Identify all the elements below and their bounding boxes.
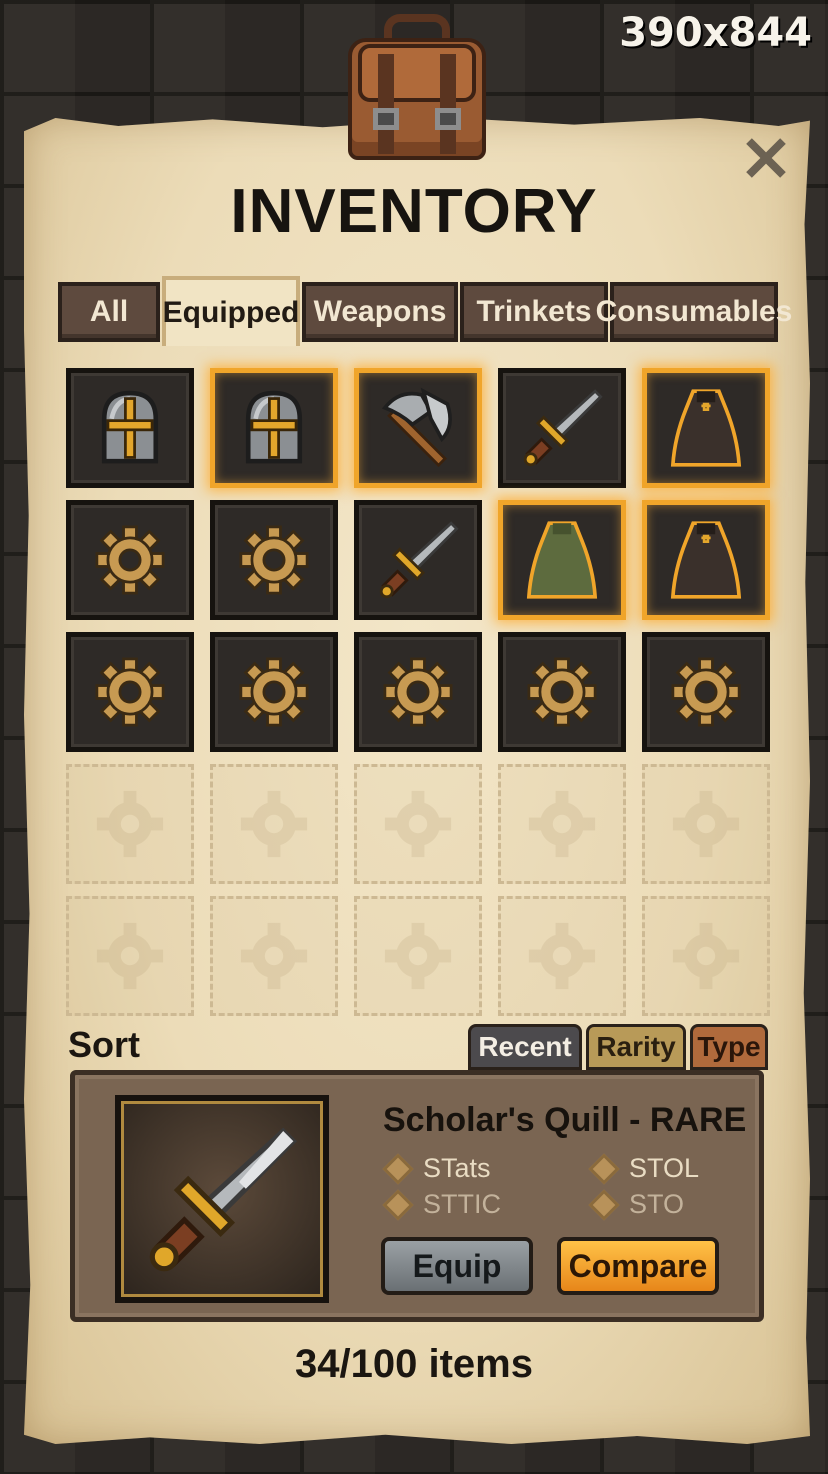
gear-icon bbox=[239, 657, 309, 727]
sword-icon bbox=[149, 1127, 298, 1272]
inventory-slot[interactable] bbox=[66, 632, 194, 752]
gear-placeholder-icon bbox=[240, 790, 308, 858]
stat-line: STOL bbox=[588, 1152, 700, 1185]
empty-inventory-slot[interactable] bbox=[354, 764, 482, 884]
sort-label: Sort bbox=[68, 1024, 140, 1065]
inventory-slot[interactable] bbox=[642, 368, 770, 488]
sword-icon bbox=[523, 389, 603, 467]
stat-text: STO bbox=[629, 1189, 685, 1219]
gear-placeholder-icon bbox=[528, 790, 596, 858]
empty-inventory-slot[interactable] bbox=[66, 764, 194, 884]
inventory-slot[interactable] bbox=[210, 632, 338, 752]
inventory-slot[interactable] bbox=[354, 632, 482, 752]
helmet-icon bbox=[245, 390, 303, 464]
item-count: 34/100 items bbox=[295, 1342, 533, 1386]
stat-line: STats bbox=[382, 1152, 491, 1185]
inventory-slot[interactable] bbox=[66, 368, 194, 488]
empty-inventory-slot[interactable] bbox=[642, 896, 770, 1016]
gear-placeholder-icon bbox=[384, 790, 452, 858]
diamond-icon bbox=[382, 1188, 414, 1221]
empty-inventory-slot[interactable] bbox=[498, 764, 626, 884]
inventory-slot[interactable] bbox=[642, 632, 770, 752]
inventory-slot[interactable] bbox=[498, 500, 626, 620]
inventory-slot[interactable] bbox=[66, 500, 194, 620]
inventory-slot[interactable] bbox=[210, 500, 338, 620]
diamond-icon bbox=[382, 1152, 414, 1185]
inventory-slot[interactable] bbox=[498, 632, 626, 752]
stat-text: STTIC bbox=[423, 1189, 501, 1219]
helmet-icon bbox=[101, 390, 159, 464]
gear-icon bbox=[95, 525, 165, 595]
inventory-slot[interactable] bbox=[642, 500, 770, 620]
sort-rarity-button[interactable]: Rarity bbox=[586, 1024, 686, 1070]
green-cloak-icon bbox=[526, 521, 598, 599]
compare-button[interactable]: Compare bbox=[557, 1237, 719, 1295]
stat-line: STTIC bbox=[382, 1188, 501, 1221]
dark-cloak-icon bbox=[670, 389, 742, 467]
sort-recent-button[interactable]: Recent bbox=[468, 1024, 582, 1070]
gear-icon bbox=[527, 657, 597, 727]
gear-placeholder-icon bbox=[96, 922, 164, 990]
item-details-panel: Scholar's Quill - RARE STats STOL STTIC … bbox=[70, 1070, 764, 1322]
stat-text: STOL bbox=[629, 1153, 700, 1183]
tab-weapons[interactable]: Weapons bbox=[302, 282, 458, 342]
close-icon[interactable] bbox=[744, 136, 788, 180]
empty-inventory-slot[interactable] bbox=[354, 896, 482, 1016]
gear-icon bbox=[671, 657, 741, 727]
sort-type-button[interactable]: Type bbox=[690, 1024, 768, 1070]
empty-inventory-slot[interactable] bbox=[66, 896, 194, 1016]
tab-trinkets[interactable]: Trinkets bbox=[460, 282, 608, 342]
empty-inventory-slot[interactable] bbox=[210, 764, 338, 884]
inventory-slot[interactable] bbox=[354, 500, 482, 620]
tab-all[interactable]: All bbox=[58, 282, 160, 342]
gear-icon bbox=[383, 657, 453, 727]
stat-line: STO bbox=[588, 1188, 685, 1221]
inventory-slot[interactable] bbox=[498, 368, 626, 488]
gear-icon bbox=[239, 525, 309, 595]
gear-placeholder-icon bbox=[672, 922, 740, 990]
empty-inventory-slot[interactable] bbox=[210, 896, 338, 1016]
category-tabs: All Equipped Weapons Trinkets Consumable… bbox=[58, 276, 792, 346]
page-title: INVENTORY bbox=[230, 177, 598, 246]
inventory-slot[interactable] bbox=[354, 368, 482, 488]
gear-placeholder-icon bbox=[528, 922, 596, 990]
gear-placeholder-icon bbox=[96, 790, 164, 858]
sword-icon bbox=[379, 521, 459, 599]
empty-inventory-slot[interactable] bbox=[642, 764, 770, 884]
tab-consumables[interactable]: Consumables bbox=[596, 282, 792, 342]
diamond-icon bbox=[588, 1188, 620, 1221]
gear-placeholder-icon bbox=[672, 790, 740, 858]
inventory-slot[interactable] bbox=[210, 368, 338, 488]
dark-cloak-icon bbox=[670, 521, 742, 599]
gear-placeholder-icon bbox=[384, 922, 452, 990]
equip-button[interactable]: Equip bbox=[381, 1237, 533, 1295]
stat-text: STats bbox=[423, 1153, 491, 1183]
selected-item-name: Scholar's Quill - RARE bbox=[383, 1101, 747, 1139]
selected-item-image bbox=[115, 1095, 329, 1303]
tab-equipped[interactable]: Equipped bbox=[162, 276, 300, 346]
diamond-icon bbox=[588, 1152, 620, 1185]
axe-icon bbox=[381, 387, 452, 468]
empty-inventory-slot[interactable] bbox=[498, 896, 626, 1016]
gear-icon bbox=[95, 657, 165, 727]
gear-placeholder-icon bbox=[240, 922, 308, 990]
backpack-icon bbox=[344, 14, 490, 164]
resolution-label: 390x844 bbox=[619, 10, 812, 56]
